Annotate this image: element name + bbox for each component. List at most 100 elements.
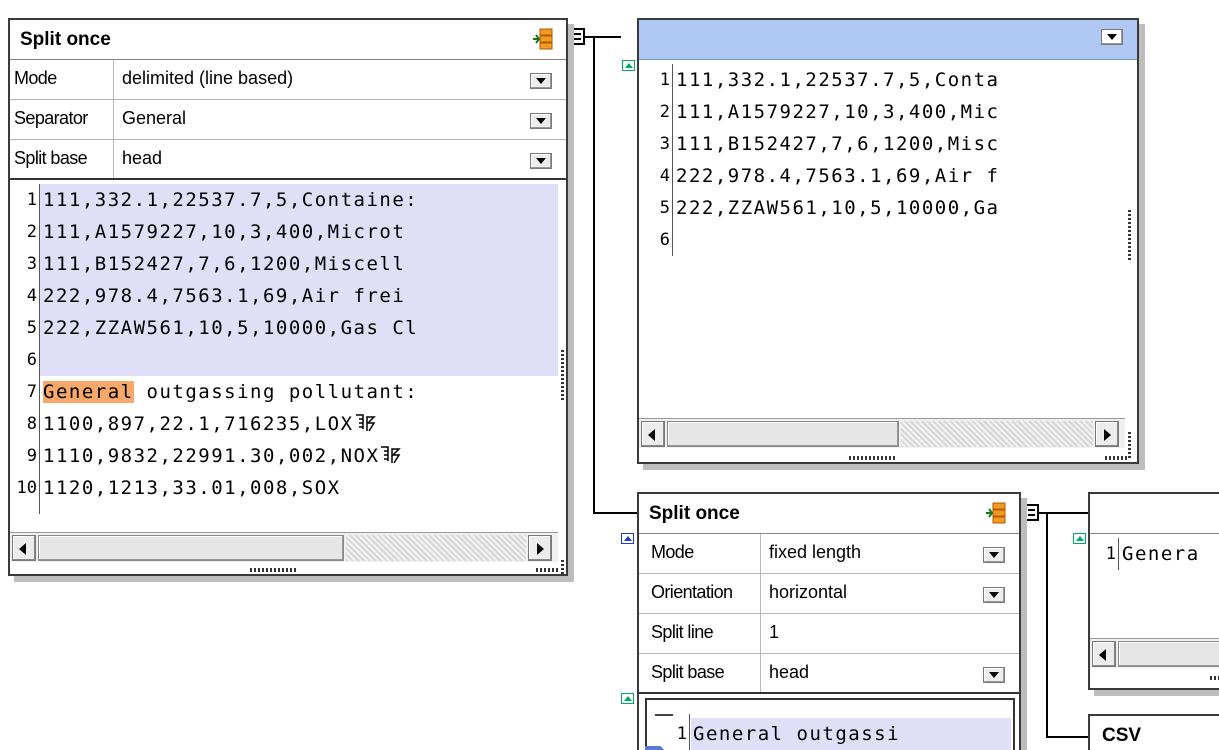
- line-number: 6: [26, 350, 37, 370]
- panel-header-bar[interactable]: [1090, 494, 1219, 534]
- output-marker-icon[interactable]: [621, 693, 634, 704]
- output-panel-b[interactable]: 1 2 3 4 5 6 111,332.1,22537.7,5,Conta 11…: [637, 18, 1139, 464]
- code-line: 111,332.1,22537.7,5,Containe:: [43, 189, 419, 211]
- resize-grip[interactable]: [1105, 456, 1127, 460]
- line-number: 2: [659, 102, 670, 122]
- line-number: 1: [26, 190, 37, 210]
- header-dropdown-arrow-icon[interactable]: [1101, 29, 1123, 45]
- text-area[interactable]: 1 2 3 4 5 6 111,332.1,22537.7,5,Conta 11…: [639, 62, 1125, 412]
- resize-grip[interactable]: [849, 456, 895, 460]
- scroll-track[interactable]: [346, 535, 526, 561]
- horizontal-scrollbar[interactable]: [10, 532, 558, 562]
- output-marker-icon[interactable]: [622, 60, 635, 71]
- separator-row[interactable]: Separator General: [10, 100, 566, 140]
- panel-c-connector-icon[interactable]: [1024, 504, 1039, 521]
- code-line: 1110,9832,22991.30,002,NOX: [43, 440, 402, 472]
- mode-row[interactable]: Mode fixed length: [639, 534, 1019, 574]
- panel-title-bar[interactable]: Split once: [639, 494, 1019, 534]
- scroll-thumb[interactable]: [1118, 641, 1219, 667]
- code-line-text: 1110,9832,22991.30,002,NOX: [43, 445, 380, 467]
- scroll-thumb[interactable]: [667, 421, 899, 447]
- csv-panel[interactable]: CSV: [1088, 714, 1219, 750]
- sub-panel[interactable]: 1 General outgassi: [645, 698, 1015, 750]
- scroll-left-button[interactable]: [12, 535, 36, 561]
- split-line-value[interactable]: 1: [769, 622, 779, 643]
- split-once-panel-c[interactable]: Split once Mode fixed length Orientation…: [637, 492, 1021, 750]
- code-line: 111,B152427,7,6,1200,Misc: [676, 133, 1000, 155]
- output-marker-icon[interactable]: [621, 533, 634, 544]
- text-area[interactable]: 1 2 3 4 5 6 7 8 9 10 111,332.1,22537.7,5…: [10, 182, 558, 532]
- scroll-left-button[interactable]: [641, 421, 665, 447]
- search-highlight: General: [43, 381, 134, 403]
- mode-dropdown-arrow-icon[interactable]: [983, 547, 1005, 563]
- horizontal-scrollbar[interactable]: [1090, 638, 1219, 668]
- connector-line: [593, 36, 595, 514]
- panel-a-connector-icon[interactable]: [570, 28, 585, 45]
- line-number: 2: [26, 222, 37, 242]
- mode-value: delimited (line based): [122, 68, 294, 88]
- orientation-dropdown-arrow-icon[interactable]: [983, 587, 1005, 603]
- mode-value: fixed length: [769, 542, 862, 562]
- line-number: 4: [659, 166, 670, 186]
- split-base-row[interactable]: Split base head: [639, 654, 1019, 694]
- split-base-label: Split base: [639, 654, 761, 692]
- line-number: 5: [659, 198, 670, 218]
- mode-dropdown-arrow-icon[interactable]: [530, 73, 552, 89]
- scroll-right-button[interactable]: [528, 535, 552, 561]
- split-line-label: Split line: [639, 614, 761, 653]
- resize-grip[interactable]: [1210, 676, 1219, 680]
- split-base-row[interactable]: Split base head: [10, 140, 566, 180]
- vertical-resize-grip[interactable]: [1128, 432, 1131, 460]
- scroll-thumb[interactable]: [38, 535, 344, 561]
- panel-title-bar[interactable]: Split once: [10, 20, 566, 60]
- collapse-bar[interactable]: [655, 714, 673, 716]
- panel-title: CSV: [1102, 725, 1142, 746]
- split-base-value: head: [769, 662, 810, 682]
- code-line: 111,B152427,7,6,1200,Miscell: [43, 253, 406, 275]
- line-number: 9: [26, 446, 37, 466]
- line-break-icon: [355, 414, 376, 432]
- split-base-value: head: [122, 148, 163, 168]
- split-icon[interactable]: [985, 502, 1007, 524]
- gutter-divider: [39, 184, 40, 514]
- horizontal-scrollbar[interactable]: [639, 418, 1125, 448]
- code-line: 111,332.1,22537.7,5,Conta: [676, 69, 1000, 91]
- code-line: 111,A1579227,10,3,400,Microt: [43, 221, 406, 243]
- split-line-row[interactable]: Split line 1: [639, 614, 1019, 654]
- split-base-dropdown-arrow-icon[interactable]: [983, 667, 1005, 683]
- line-number: 3: [26, 254, 37, 274]
- panel-title-bar[interactable]: CSV: [1090, 716, 1219, 750]
- orientation-value: horizontal: [769, 582, 848, 602]
- orientation-label: Orientation: [639, 574, 761, 613]
- line-number: 1: [676, 724, 687, 744]
- code-lines: General outgassi: [693, 718, 1011, 750]
- line-number: 6: [659, 230, 670, 250]
- scroll-left-button[interactable]: [1092, 641, 1116, 667]
- resize-grip[interactable]: [536, 568, 558, 572]
- code-line-rest: outgassing pollutant:: [133, 381, 419, 403]
- orientation-row[interactable]: Orientation horizontal: [639, 574, 1019, 614]
- mode-label: Mode: [639, 534, 761, 573]
- output-marker-icon[interactable]: [1073, 533, 1086, 544]
- code-line: General outgassi: [693, 723, 901, 745]
- panel-title: Split once: [649, 503, 740, 524]
- split-icon[interactable]: [532, 28, 554, 50]
- separator-value: General: [122, 108, 187, 128]
- separator-label: Separator: [10, 100, 114, 139]
- mode-row[interactable]: Mode delimited (line based): [10, 60, 566, 100]
- line-number: 7: [26, 382, 37, 402]
- split-base-dropdown-arrow-icon[interactable]: [530, 153, 552, 169]
- scroll-track[interactable]: [901, 421, 1093, 447]
- split-once-panel-a[interactable]: Split once Mode delimited (line based) S…: [8, 18, 568, 576]
- text-area[interactable]: 1 Genera: [1090, 536, 1219, 636]
- vertical-resize-grip[interactable]: [1128, 210, 1131, 260]
- vertical-resize-grip[interactable]: [561, 560, 564, 574]
- panel-header-bar[interactable]: [639, 20, 1137, 60]
- vertical-resize-grip[interactable]: [561, 350, 564, 400]
- output-panel-d[interactable]: 1 Genera: [1088, 492, 1219, 690]
- separator-dropdown-arrow-icon[interactable]: [530, 113, 552, 129]
- resize-grip[interactable]: [250, 568, 296, 572]
- line-break-icon: [381, 446, 402, 464]
- scroll-right-button[interactable]: [1095, 421, 1119, 447]
